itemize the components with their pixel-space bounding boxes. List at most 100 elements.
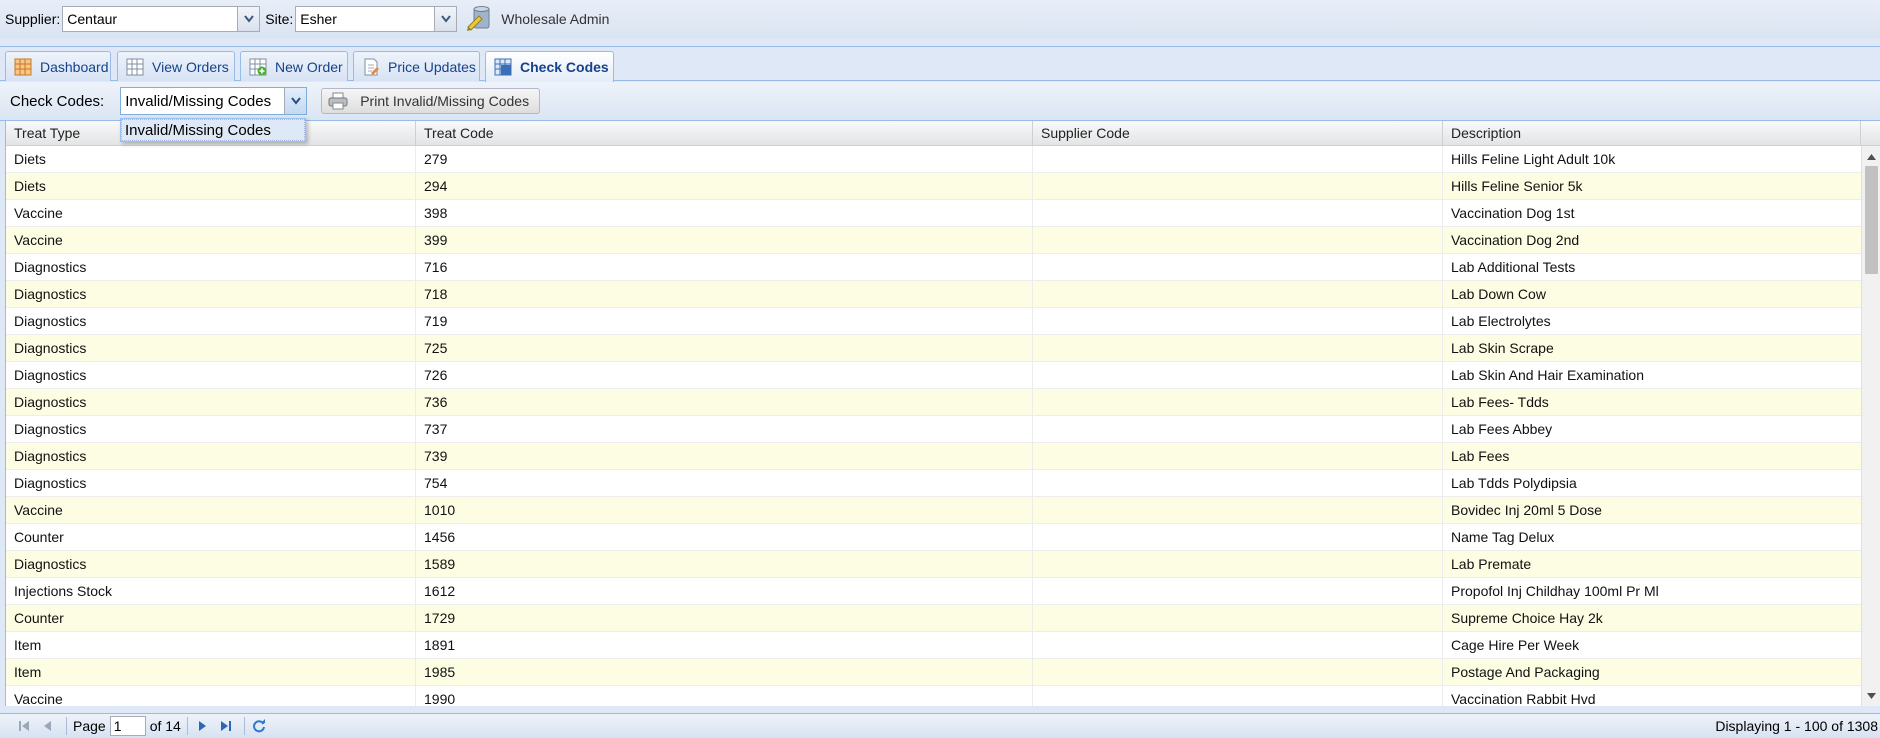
- cell-treat-code: 736: [416, 389, 1033, 416]
- cell-treat-code: 1612: [416, 578, 1033, 605]
- check-codes-dropdown-list: Invalid/Missing Codes: [120, 118, 306, 142]
- tab-check-codes[interactable]: Check Codes: [485, 51, 614, 82]
- table-row[interactable]: Item 1891 Cage Hire Per Week: [6, 632, 1861, 659]
- table-row[interactable]: Item 1985 Postage And Packaging: [6, 659, 1861, 686]
- table-row[interactable]: Diagnostics 754 Lab Tdds Polydipsia: [6, 470, 1861, 497]
- scroll-up-icon[interactable]: [1862, 148, 1880, 165]
- cell-supplier-code: [1033, 686, 1443, 706]
- check-codes-select[interactable]: Invalid/Missing Codes: [120, 87, 308, 115]
- cell-description: Lab Down Cow: [1451, 286, 1546, 302]
- page-label: Page: [73, 718, 106, 734]
- chevron-down-icon[interactable]: [284, 88, 307, 114]
- next-page-icon[interactable]: [192, 716, 212, 736]
- site-select[interactable]: Esher: [295, 6, 458, 32]
- cell-supplier-code: [1033, 470, 1443, 497]
- cell-supplier-code: [1033, 497, 1443, 524]
- column-header-description[interactable]: Description: [1443, 121, 1861, 146]
- separator: [243, 717, 245, 735]
- cell-treat-type: Vaccine: [6, 200, 416, 227]
- cell-treat-code: 716: [416, 254, 1033, 281]
- table-row[interactable]: Diagnostics 718 Lab Down Cow: [6, 281, 1861, 308]
- site-value: Esher: [300, 11, 337, 27]
- wholesale-admin-link[interactable]: Wholesale Admin: [501, 11, 609, 27]
- cell-supplier-code: [1033, 173, 1443, 200]
- table-row[interactable]: Vaccine 399 Vaccination Dog 2nd: [6, 227, 1861, 254]
- cell-treat-type: Vaccine: [6, 686, 416, 706]
- cell-treat-type: Diagnostics: [6, 254, 416, 281]
- cell-treat-type: Item: [6, 659, 416, 686]
- table-row[interactable]: Diagnostics 739 Lab Fees: [6, 443, 1861, 470]
- cell-description: Cage Hire Per Week: [1451, 637, 1580, 653]
- cell-treat-code: 294: [416, 173, 1033, 200]
- table-row[interactable]: Vaccine 398 Vaccination Dog 1st: [6, 200, 1861, 227]
- printer-icon: [328, 92, 348, 110]
- table-row[interactable]: Diagnostics 716 Lab Additional Tests: [6, 254, 1861, 281]
- tab-new-order[interactable]: New Order: [240, 51, 348, 81]
- table-row[interactable]: Diagnostics 726 Lab Skin And Hair Examinat…: [6, 362, 1861, 389]
- cell-description: Vaccination Dog 2nd: [1451, 232, 1580, 248]
- scroll-down-icon[interactable]: [1862, 687, 1880, 704]
- table-row[interactable]: Diets 294 Hills Feline Senior 5k: [6, 173, 1861, 200]
- table-row[interactable]: Counter 1729 Supreme Choice Hay 2k: [6, 605, 1861, 632]
- display-info: Displaying 1 - 100 of 1308: [1715, 718, 1878, 734]
- vertical-scrollbar[interactable]: [1861, 146, 1880, 706]
- cell-description: Lab Skin Scrape: [1451, 340, 1554, 356]
- table-row[interactable]: Diagnostics 725 Lab Skin Scrape: [6, 335, 1861, 362]
- tab-price-updates[interactable]: Price Updates: [353, 51, 480, 81]
- cell-supplier-code: [1033, 281, 1443, 308]
- previous-page-icon[interactable]: [38, 716, 58, 736]
- cell-supplier-code: [1033, 443, 1443, 470]
- table-row[interactable]: Diagnostics 719 Lab Electrolytes: [6, 308, 1861, 335]
- cell-supplier-code: [1033, 227, 1443, 254]
- tab-label: New Order: [275, 58, 343, 75]
- table-row[interactable]: Diagnostics 1589 Lab Premate: [6, 551, 1861, 578]
- supplier-select[interactable]: Centaur: [62, 6, 261, 32]
- cell-description: Lab Electrolytes: [1451, 313, 1551, 329]
- table-row[interactable]: Vaccine 1010 Bovidec Inj 20ml 5 Dose: [6, 497, 1861, 524]
- tab-strip: Dashboard View Orders New Order Price Up…: [0, 46, 1880, 82]
- cell-supplier-code: [1033, 389, 1443, 416]
- dropdown-option[interactable]: Invalid/Missing Codes: [121, 119, 305, 141]
- last-page-icon[interactable]: [216, 716, 236, 736]
- print-button-label: Print Invalid/Missing Codes: [360, 93, 530, 109]
- cell-supplier-code: [1033, 362, 1443, 389]
- cell-treat-code: 725: [416, 335, 1033, 362]
- table-row[interactable]: Diets 279 Hills Feline Light Adult 10k: [6, 146, 1861, 173]
- cell-treat-type: Diets: [6, 173, 416, 200]
- cell-treat-type: Counter: [6, 605, 416, 632]
- column-header-treat-code[interactable]: Treat Code: [416, 121, 1033, 146]
- table-row[interactable]: Counter 1456 Name Tag Delux: [6, 524, 1861, 551]
- chevron-down-icon[interactable]: [237, 7, 260, 31]
- refresh-icon[interactable]: [249, 716, 269, 736]
- table-row[interactable]: Diagnostics 736 Lab Fees- Tdds: [6, 389, 1861, 416]
- wholesale-admin-icon[interactable]: [465, 5, 493, 33]
- check-codes-toolbar: Check Codes: Invalid/Missing Codes Print…: [0, 82, 1880, 121]
- cell-description: Supreme Choice Hay 2k: [1451, 610, 1603, 626]
- table-row[interactable]: Injections Stock 1612 Propofol Inj Childha…: [6, 578, 1861, 605]
- tab-label: View Orders: [152, 58, 229, 75]
- cell-description: Lab Fees: [1451, 448, 1510, 464]
- cell-treat-code: 726: [416, 362, 1033, 389]
- chevron-down-icon[interactable]: [434, 7, 457, 31]
- table-row[interactable]: Diagnostics 737 Lab Fees Abbey: [6, 416, 1861, 443]
- tab-view-orders[interactable]: View Orders: [117, 51, 235, 81]
- cell-description: Vaccination Rabbit Hvd: [1451, 691, 1596, 706]
- cell-treat-type: Diagnostics: [6, 416, 416, 443]
- cell-supplier-code: [1033, 308, 1443, 335]
- column-header-supplier-code[interactable]: Supplier Code: [1033, 121, 1443, 146]
- supplier-value: Centaur: [67, 11, 118, 27]
- cell-description: Postage And Packaging: [1451, 664, 1600, 680]
- tab-dashboard[interactable]: Dashboard: [5, 51, 111, 81]
- top-bar: Supplier: Centaur Site: Esher Wholesale …: [0, 0, 1880, 38]
- page-number-input[interactable]: 1: [109, 716, 146, 736]
- cell-description: Lab Fees- Tdds: [1451, 394, 1549, 410]
- cell-treat-type: Diets: [6, 146, 416, 173]
- print-codes-button[interactable]: Print Invalid/Missing Codes: [321, 88, 541, 114]
- first-page-icon[interactable]: [14, 716, 34, 736]
- scrollbar-thumb[interactable]: [1865, 166, 1878, 274]
- cell-treat-type: Injections Stock: [6, 578, 416, 605]
- table-row[interactable]: Vaccine 1990 Vaccination Rabbit Hvd: [6, 686, 1861, 706]
- cell-treat-type: Diagnostics: [6, 281, 416, 308]
- dashboard-grid-icon: [14, 58, 32, 75]
- cell-treat-code: 1456: [416, 524, 1033, 551]
